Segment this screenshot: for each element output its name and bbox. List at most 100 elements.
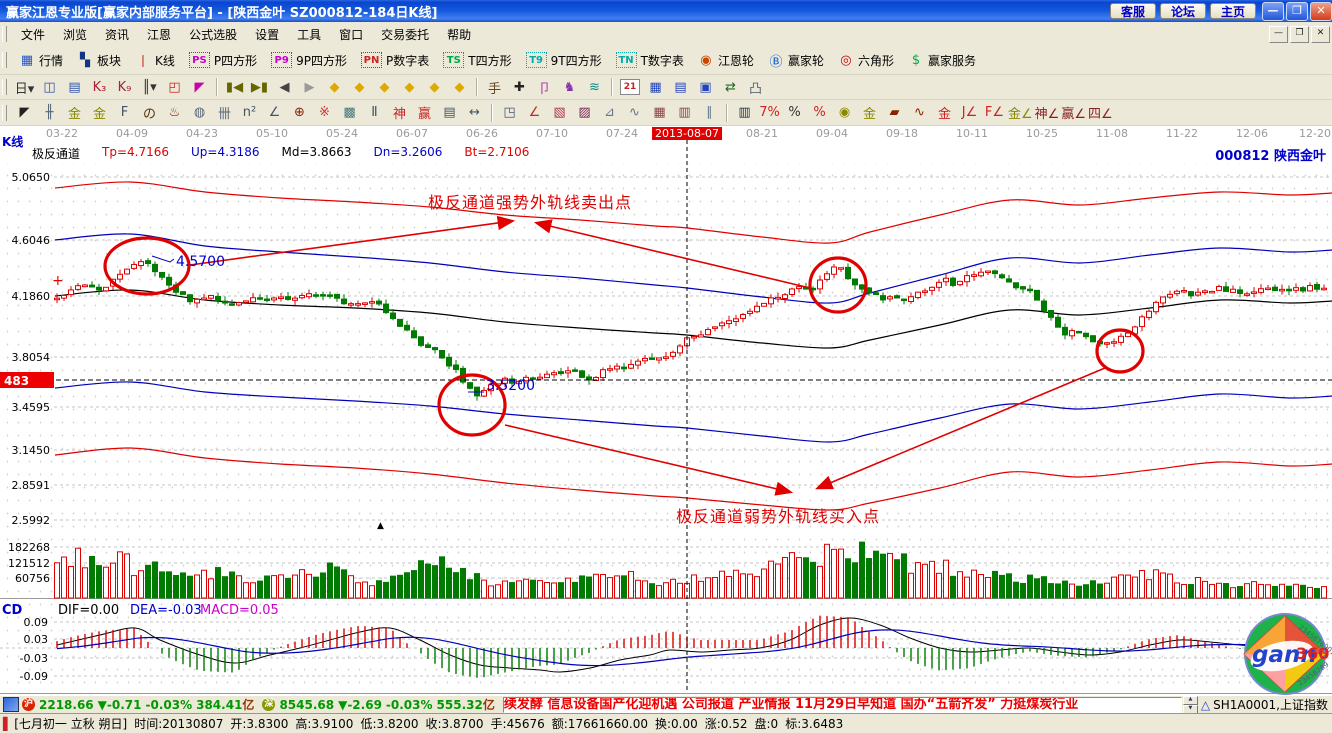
nine-p-square-button[interactable]: P99P四方形	[264, 50, 354, 71]
menu-item-帮助[interactable]: 帮助	[438, 23, 480, 46]
mask-icon[interactable]: ♞	[557, 77, 582, 97]
menu-item-资讯[interactable]: 资讯	[96, 23, 138, 46]
child-minimize-button[interactable]: —	[1269, 26, 1288, 43]
price-grid-icon[interactable]: ▦	[647, 103, 672, 123]
gold-circle-icon[interactable]: ◉	[832, 103, 857, 123]
quick-button-1[interactable]: 论坛	[1160, 3, 1206, 19]
menu-item-浏览[interactable]: 浏览	[54, 23, 96, 46]
gold-angle-icon[interactable]: 金∠	[1007, 103, 1034, 123]
toolbar-grip[interactable]	[2, 79, 7, 95]
pin-icon[interactable]: 卩	[532, 77, 557, 97]
gann-circle-icon[interactable]: ◍	[187, 103, 212, 123]
starburst-icon[interactable]: ※	[312, 103, 337, 123]
candle-period-combo[interactable]: ║▾	[137, 77, 162, 97]
four-angle-icon[interactable]: 四∠	[1087, 103, 1114, 123]
corner-grid-icon[interactable]: ◳	[497, 103, 522, 123]
menu-item-文件[interactable]: 文件	[12, 23, 54, 46]
index-selector[interactable]: △ SH1A0001,上证指数	[1201, 696, 1332, 713]
quick-button-2[interactable]: 主页	[1210, 3, 1256, 19]
fan-red-icon[interactable]: ∠	[522, 103, 547, 123]
first-bar-icon[interactable]: ▮◀	[222, 77, 247, 97]
diamond-expand-icon[interactable]: ◆	[447, 77, 472, 97]
shanghai-index[interactable]: 沪 2218.66 ▼-0.71 -0.03% 384.41亿	[22, 696, 254, 713]
minimize-button[interactable]: —	[1262, 2, 1284, 21]
spiral-icon[interactable]: の	[137, 103, 162, 123]
pattern-icon[interactable]: ≋	[582, 77, 607, 97]
menu-item-交易委托[interactable]: 交易委托	[372, 23, 438, 46]
t-table-button[interactable]: TNT数字表	[609, 50, 691, 71]
fibo-f-icon[interactable]: F	[112, 103, 137, 123]
shen-icon[interactable]: 神	[387, 103, 412, 123]
brush-pen-icon[interactable]: ▰	[882, 103, 907, 123]
diamond-cross-icon[interactable]: ◆	[397, 77, 422, 97]
menu-item-窗口[interactable]: 窗口	[330, 23, 372, 46]
n-squared-icon[interactable]: n²	[237, 103, 262, 123]
angle-icon[interactable]: ∠	[262, 103, 287, 123]
panda-icon[interactable]: ◫	[37, 77, 62, 97]
win-icon[interactable]: 赢	[412, 103, 437, 123]
t-square-button[interactable]: TST四方形	[436, 50, 518, 71]
shen-angle-icon[interactable]: 神∠	[1034, 103, 1061, 123]
price-grid2-icon[interactable]: ▥	[672, 103, 697, 123]
slash-lines-icon[interactable]: ∥	[697, 103, 722, 123]
print-icon[interactable]: 凸	[743, 77, 768, 97]
red-grid-icon[interactable]: ◰	[162, 77, 187, 97]
kcount-9-icon[interactable]: K₉	[112, 77, 137, 97]
toolbar-grip[interactable]	[2, 105, 7, 121]
fan-box-icon[interactable]: ▧	[547, 103, 572, 123]
flag-chart-icon[interactable]: ◤	[187, 77, 212, 97]
hexagon-button[interactable]: ◎六角形	[831, 50, 901, 71]
fan-box2-icon[interactable]: ▨	[572, 103, 597, 123]
sectors-button[interactable]: ▚板块	[70, 50, 128, 71]
ruler-123-icon[interactable]: ▤	[437, 103, 462, 123]
grid-target-icon[interactable]: ▩	[337, 103, 362, 123]
toolbar-grip[interactable]	[2, 26, 7, 42]
kline-chart[interactable]: 极反通道强势外轨线卖出点极反通道弱势外轨线买入点4.57003.52005.06…	[0, 126, 1332, 695]
width-measure-icon[interactable]: ↔	[462, 103, 487, 123]
calculator-icon[interactable]: ▦	[643, 77, 668, 97]
win-angle-icon[interactable]: 赢∠	[1060, 103, 1087, 123]
shenzhen-index[interactable]: 深 8545.68 ▼-2.69 -0.03% 555.32亿	[262, 696, 494, 713]
calendar-icon[interactable]: 21	[620, 79, 640, 95]
indicator-name[interactable]: 极反通道	[32, 145, 80, 161]
gann360-logo[interactable]: gann 360 2345678901 23456789	[1240, 612, 1332, 695]
kline-button[interactable]: 丨K线	[128, 49, 182, 72]
diamond-hsplit-icon[interactable]: ◆	[372, 77, 397, 97]
ruler-ticks-icon[interactable]: 卌	[212, 103, 237, 123]
nine-t-square-button[interactable]: T99T四方形	[519, 50, 609, 71]
f-angle-icon[interactable]: F∠	[982, 103, 1007, 123]
restore-button[interactable]: ❐	[1286, 2, 1308, 21]
quick-button-0[interactable]: 客服	[1110, 3, 1156, 19]
brush-dot-icon[interactable]: ◤	[12, 103, 37, 123]
close-button[interactable]: ✕	[1310, 2, 1332, 21]
menu-item-公式选股[interactable]: 公式选股	[180, 23, 246, 46]
grid-lines-icon[interactable]: ╫	[37, 103, 62, 123]
child-restore-button[interactable]: ❐	[1290, 26, 1309, 43]
t7-percent-icon[interactable]: 7%	[757, 103, 782, 123]
last-bar-icon[interactable]: ▶▮	[247, 77, 272, 97]
news-ticker[interactable]: 续发酵 信息设备国产化迎机遇 公司报道 产业情报 11月29日早知道 国办“五箭…	[503, 697, 1182, 713]
diamond-vsplit-icon[interactable]: ◆	[422, 77, 447, 97]
cannon-icon[interactable]: ♨	[162, 103, 187, 123]
wave-lines-icon[interactable]: ∿	[622, 103, 647, 123]
measure-icon[interactable]: Ⅱ	[362, 103, 387, 123]
gold-underline-icon[interactable]: 金	[932, 103, 957, 123]
target-icon[interactable]: ⊕	[287, 103, 312, 123]
kcount-3-icon[interactable]: K₃	[87, 77, 112, 97]
angle-lines-icon[interactable]: ⊿	[597, 103, 622, 123]
next-bar-icon[interactable]: ▶	[297, 77, 322, 97]
percent-icon[interactable]: %	[782, 103, 807, 123]
p-table-button[interactable]: PNP数字表	[354, 50, 436, 71]
winner-wheel-button[interactable]: Ⓑ赢家轮	[761, 49, 831, 72]
export-icon[interactable]: ⇄	[718, 77, 743, 97]
toolbar-grip[interactable]	[2, 52, 7, 68]
j-angle-icon[interactable]: J∠	[957, 103, 982, 123]
diamond-right-icon[interactable]: ◆	[347, 77, 372, 97]
menu-item-工具[interactable]: 工具	[288, 23, 330, 46]
stat-columns-icon[interactable]: ▥	[732, 103, 757, 123]
prev-bar-icon[interactable]: ◀	[272, 77, 297, 97]
child-close-button[interactable]: ✕	[1311, 26, 1330, 43]
market-quotes-button[interactable]: ▦行情	[12, 50, 70, 71]
gold-section2-icon[interactable]: 金	[87, 103, 112, 123]
notes-icon[interactable]: ▤	[668, 77, 693, 97]
